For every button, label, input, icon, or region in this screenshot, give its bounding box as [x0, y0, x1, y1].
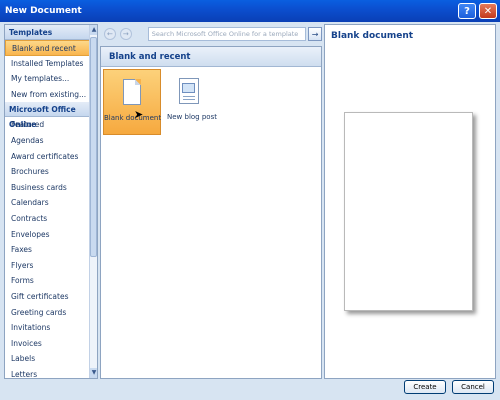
- left-item-invoices[interactable]: Invoices: [5, 336, 97, 352]
- search-go-button[interactable]: →: [308, 27, 322, 41]
- preview-title: Blank document: [331, 31, 414, 41]
- left-item-new-from-existing[interactable]: New from existing...: [5, 87, 97, 103]
- page-preview: [344, 112, 473, 311]
- blog-post-icon: [179, 78, 199, 104]
- scroll-down-icon[interactable]: ▼: [90, 368, 97, 378]
- close-button[interactable]: ✕: [479, 3, 497, 19]
- left-item-brochures[interactable]: Brochures: [5, 164, 97, 180]
- templates-list-pane: Blank and recent Blank document ➤ New bl…: [100, 46, 322, 379]
- template-categories-pane: Templates Blank and recent Installed Tem…: [4, 24, 98, 379]
- left-item-award-certificates[interactable]: Award certificates: [5, 149, 97, 165]
- navigation-bar: ← → Search Microsoft Office Online for a…: [100, 24, 322, 44]
- scroll-up-icon[interactable]: ▲: [90, 25, 97, 35]
- left-item-forms[interactable]: Forms: [5, 273, 97, 289]
- dialog-body: Templates Blank and recent Installed Tem…: [2, 22, 498, 398]
- left-item-my-templates[interactable]: My templates...: [5, 71, 97, 87]
- left-item-blank-and-recent[interactable]: Blank and recent: [5, 40, 97, 56]
- left-item-business-cards[interactable]: Business cards: [5, 180, 97, 196]
- tile-label: Blank document: [104, 114, 162, 122]
- left-scrollbar[interactable]: ▲ ▼: [89, 25, 97, 378]
- left-item-invitations[interactable]: Invitations: [5, 320, 97, 336]
- left-item-agendas[interactable]: Agendas: [5, 133, 97, 149]
- left-item-installed-templates[interactable]: Installed Templates: [5, 56, 97, 72]
- online-header: Microsoft Office Online: [5, 102, 97, 129]
- tile-blank-document[interactable]: Blank document ➤: [103, 69, 161, 135]
- forward-arrow-icon[interactable]: →: [119, 28, 132, 40]
- left-item-gift-certificates[interactable]: Gift certificates: [5, 289, 97, 305]
- left-item-calendars[interactable]: Calendars: [5, 195, 97, 211]
- left-item-contracts[interactable]: Contracts: [5, 211, 97, 227]
- templates-list-heading: Blank and recent: [101, 47, 321, 67]
- title-bar: New Document ? ✕: [0, 0, 500, 22]
- blank-document-icon: [123, 79, 141, 105]
- mouse-cursor-icon: ➤: [134, 108, 144, 121]
- help-button[interactable]: ?: [458, 3, 476, 19]
- left-item-featured[interactable]: Featured: [5, 117, 97, 133]
- left-item-labels[interactable]: Labels: [5, 351, 97, 367]
- left-item-envelopes[interactable]: Envelopes: [5, 227, 97, 243]
- create-button[interactable]: Create: [404, 380, 446, 394]
- left-item-faxes[interactable]: Faxes: [5, 242, 97, 258]
- tile-label: New blog post: [167, 113, 217, 121]
- blog-badge: [182, 83, 195, 93]
- templates-header: Templates: [5, 25, 97, 40]
- template-search-input[interactable]: Search Microsoft Office Online for a tem…: [147, 27, 307, 41]
- left-item-flyers[interactable]: Flyers: [5, 258, 97, 274]
- tile-new-blog-post[interactable]: New blog post: [163, 69, 221, 135]
- back-arrow-icon[interactable]: ←: [104, 28, 116, 40]
- left-item-letters[interactable]: Letters: [5, 367, 97, 378]
- scroll-thumb[interactable]: [90, 37, 97, 257]
- preview-pane: Blank document: [324, 24, 496, 379]
- window-title: New Document: [5, 6, 82, 16]
- left-item-greeting-cards[interactable]: Greeting cards: [5, 305, 97, 321]
- cancel-button[interactable]: Cancel: [452, 380, 494, 394]
- blog-lines: [183, 96, 195, 97]
